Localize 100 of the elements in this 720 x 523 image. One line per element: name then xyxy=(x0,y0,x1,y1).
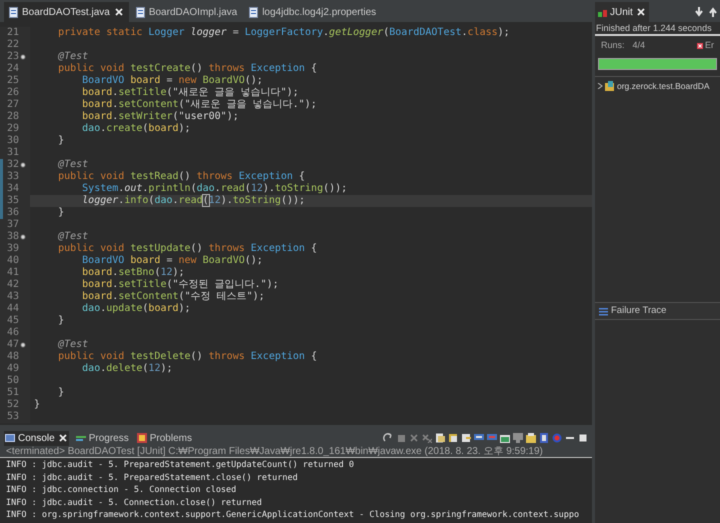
console-output-line: INFO : jdbc.connection - 5. Connection closed xyxy=(6,484,238,496)
console-output-line: INFO : jdbc.audit - 5. Connection.close() returned xyxy=(6,496,263,509)
code-line: board.setBno(12); xyxy=(81,267,185,279)
runs-count: 4/4 xyxy=(632,39,646,52)
line-number: 22 xyxy=(6,39,19,51)
up-arrow-icon[interactable] xyxy=(708,7,718,17)
line-number: 39 xyxy=(6,243,19,255)
code-line: } xyxy=(57,315,64,327)
code-line: dao.update(board); xyxy=(81,303,191,315)
file-icon xyxy=(136,6,145,18)
test-suite-icon xyxy=(605,81,615,91)
line-number: 34 xyxy=(6,183,19,195)
code-line: } xyxy=(33,399,40,411)
list-icon xyxy=(599,306,608,316)
line-number: 24 xyxy=(6,63,19,75)
console-output-line: INFO : jdbc.audit - 5. PreparedStatement.getUpdateCount() returned 0 xyxy=(6,459,355,472)
code-line: public void testUpdate() throws Exception { xyxy=(57,243,317,255)
line-number: 41 xyxy=(6,267,19,279)
line-number: 35 xyxy=(6,195,19,207)
code-line: } xyxy=(57,207,64,219)
document-icon[interactable] xyxy=(461,433,471,443)
code-line: board.setContent("수정 테스트"); xyxy=(81,291,265,303)
code-line: BoardVO board = new BoardVO(); xyxy=(81,75,263,87)
clipboard-icon[interactable] xyxy=(539,433,549,443)
line-number: 32 xyxy=(6,159,19,171)
remove-icon[interactable] xyxy=(409,433,419,443)
line-number: 42 xyxy=(6,279,19,291)
console-tab[interactable]: Problems xyxy=(136,430,193,446)
line-number: 46 xyxy=(6,327,19,339)
console-tab[interactable]: Console xyxy=(4,430,69,446)
line-number: 23 xyxy=(6,51,19,63)
line-number: 50 xyxy=(6,375,19,387)
code-line: } xyxy=(57,135,64,147)
line-number: 40 xyxy=(6,255,19,267)
down-arrow-icon[interactable] xyxy=(694,7,704,17)
terminated-status: <terminated> BoardDAOTest [JUnit] C:₩Program Files₩Java₩jre1.8.0_161₩bin₩javaw.exe (2018. 8. 23. 오후 9:59:19) xyxy=(0,446,592,458)
code-line: @Test xyxy=(57,231,88,243)
run-status: Finished after 1.244 seconds xyxy=(595,22,720,36)
code-line: board.setWriter("user00"); xyxy=(81,111,239,123)
file-icon xyxy=(9,6,18,18)
code-line: board.setTitle("새로운 글을 넣습니다"); xyxy=(81,87,299,99)
line-number: 53 xyxy=(6,411,19,423)
line-number: 52 xyxy=(6,399,19,411)
close-icon[interactable] xyxy=(58,433,68,443)
close-icon[interactable] xyxy=(114,7,124,17)
test-tree-item[interactable]: org.zerock.test.BoardDA xyxy=(617,80,710,92)
line-number: 38 xyxy=(6,231,19,243)
code-line: public void testRead() throws Exception { xyxy=(57,171,305,183)
line-number: 33 xyxy=(6,171,19,183)
failure-trace-title: Failure Trace xyxy=(611,304,666,318)
bars-icon xyxy=(76,433,86,443)
code-line: @Test xyxy=(57,159,88,171)
line-number: 28 xyxy=(6,111,19,123)
monitor-icon xyxy=(5,433,15,443)
monitor-icon[interactable] xyxy=(513,433,523,443)
code-line: public void testDelete() throws Exception { xyxy=(57,351,317,363)
code-line: private static Logger logger = LoggerFactory.getLogger(BoardDAOTest.class); xyxy=(57,27,510,39)
square-icon xyxy=(136,433,147,443)
code-line: @Test xyxy=(57,339,88,351)
code-line: dao.delete(12); xyxy=(81,363,173,375)
console-output-line: INFO : org.springframework.context.support.GenericApplicationContext - Closing org.springframework.context.suppo xyxy=(6,509,580,522)
code-line: board.setContent("새로운 글을 넣습니다."); xyxy=(81,99,317,111)
code-line: dao.create(board); xyxy=(81,123,191,135)
refresh-icon[interactable] xyxy=(383,433,393,443)
line-number: 29 xyxy=(6,123,19,135)
code-line: @Test xyxy=(57,51,88,63)
line-number: 49 xyxy=(6,363,19,375)
junit-tab[interactable]: JUnit xyxy=(595,2,649,22)
maximize-icon[interactable] xyxy=(578,433,588,443)
line-number: 27 xyxy=(6,99,19,111)
code-line: BoardVO board = new BoardVO(); xyxy=(81,255,263,267)
code-line: public void testCreate() throws Exception { xyxy=(57,63,317,75)
line-number: 47 xyxy=(6,339,19,351)
stop-icon[interactable] xyxy=(396,433,406,443)
line-number: 44 xyxy=(6,303,19,315)
console-output-line: INFO : jdbc.audit - 5. PreparedStatement.close() returned xyxy=(6,472,299,484)
line-number: 36 xyxy=(6,207,19,219)
close-icon xyxy=(636,7,646,17)
line-number: 45 xyxy=(6,315,19,327)
code-line: logger.info(dao.read(12).toString()); xyxy=(81,195,306,207)
error-icon xyxy=(697,43,703,49)
code-line: } xyxy=(57,387,64,399)
folder-icon[interactable] xyxy=(526,433,536,443)
editor-tab[interactable]: BoardDAOTest.java xyxy=(4,2,129,22)
file-icon xyxy=(249,6,258,18)
line-number: 25 xyxy=(6,75,19,87)
line-number: 37 xyxy=(6,219,19,231)
window-icon[interactable] xyxy=(500,433,510,443)
code-line: board.setTitle("수정된 글입니다."); xyxy=(81,279,279,291)
line-number: 43 xyxy=(6,291,19,303)
line-number: 21 xyxy=(6,27,19,39)
console-tab[interactable]: Progress xyxy=(74,430,130,446)
line-number: 51 xyxy=(6,387,19,399)
runs-label: Runs: xyxy=(601,39,625,52)
code-line: System.out.println(dao.read(12).toString()); xyxy=(81,183,348,195)
line-number: 48 xyxy=(6,351,19,363)
junit-icon xyxy=(598,7,607,17)
errors-label: Er xyxy=(705,39,714,52)
line-number: 26 xyxy=(6,87,19,99)
line-number: 30 xyxy=(6,135,19,147)
